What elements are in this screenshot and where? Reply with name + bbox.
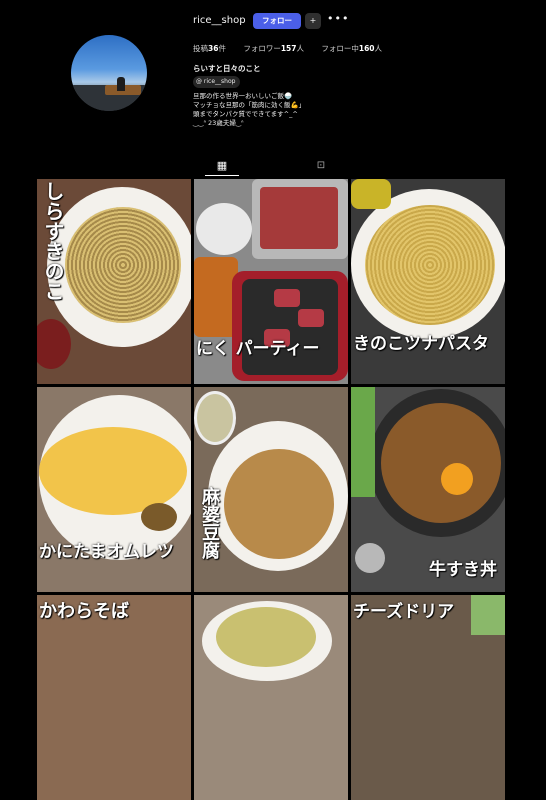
tab-tagged[interactable]: ⊡ — [312, 159, 330, 173]
threads-handle: rice__shop — [203, 78, 236, 85]
post-tile[interactable]: きのこツナパスタ — [351, 179, 505, 384]
profile-avatar[interactable] — [71, 35, 147, 111]
bio-line: 旦那の作る世界一おいしいご飯🍚 — [193, 92, 293, 100]
profile-stats: 投稿36件 フォロワー157人 フォロー中160人 — [193, 43, 397, 54]
post-tile[interactable]: 牛すき丼 — [351, 387, 505, 592]
follow-button[interactable]: フォロー — [253, 13, 301, 29]
post-caption: 麻婆豆腐 — [199, 487, 220, 559]
post-caption: かわらそば — [39, 601, 129, 622]
post-tile[interactable]: にく パーティー — [194, 179, 348, 384]
avatar-person — [117, 77, 125, 91]
post-tile[interactable] — [194, 595, 348, 800]
post-tile[interactable]: 麻婆豆腐 — [194, 387, 348, 592]
post-tile[interactable]: かわらそば — [37, 595, 191, 800]
followers-count[interactable]: フォロワー157人 — [243, 44, 304, 53]
post-grid: しらすきのこ にく パーティー きのこツナパスタ かにたまオムレツ 麻婆豆腐 牛… — [37, 179, 505, 800]
more-icon: ••• — [327, 12, 350, 25]
post-tile[interactable]: しらすきのこ — [37, 179, 191, 384]
post-caption: しらすきのこ — [41, 181, 65, 301]
following-count[interactable]: フォロー中160人 — [321, 44, 382, 53]
tab-posts[interactable]: ▦ — [213, 159, 231, 173]
add-user-button[interactable]: + — [305, 13, 321, 29]
threads-icon: @ — [196, 78, 202, 85]
bio-line: ‿‿ᐢ 23歳夫婦‿ᐢ — [193, 119, 244, 127]
more-options-button[interactable]: ••• — [327, 12, 349, 25]
post-caption: チーズドリア — [353, 602, 455, 622]
post-caption: かにたまオムレツ — [39, 542, 174, 562]
active-tab-indicator — [205, 175, 239, 176]
post-tile[interactable]: かにたまオムレツ — [37, 387, 191, 592]
post-caption: 牛すき丼 — [429, 560, 497, 580]
tagged-icon: ⊡ — [316, 160, 326, 171]
display-name: らいすと日々のこと — [193, 64, 261, 73]
bio-line: マッチョな旦那の「筋肉に効く飯💪」 — [193, 101, 306, 109]
bio-line: 頭までタンパク質でできてます^_^ — [193, 110, 298, 118]
username: rice__shop — [193, 15, 246, 26]
grid-icon: ▦ — [216, 159, 228, 172]
post-tile[interactable]: チーズドリア — [351, 595, 505, 800]
post-caption: きのこツナパスタ — [353, 334, 489, 354]
post-caption: にく パーティー — [196, 339, 320, 359]
add-user-icon: + — [309, 16, 317, 25]
posts-count: 投稿36件 — [193, 44, 226, 53]
threads-link[interactable]: @ rice__shop — [193, 76, 241, 88]
bio: 旦那の作る世界一おいしいご飯🍚 マッチョな旦那の「筋肉に効く飯💪」 頭までタンパ… — [193, 92, 393, 128]
